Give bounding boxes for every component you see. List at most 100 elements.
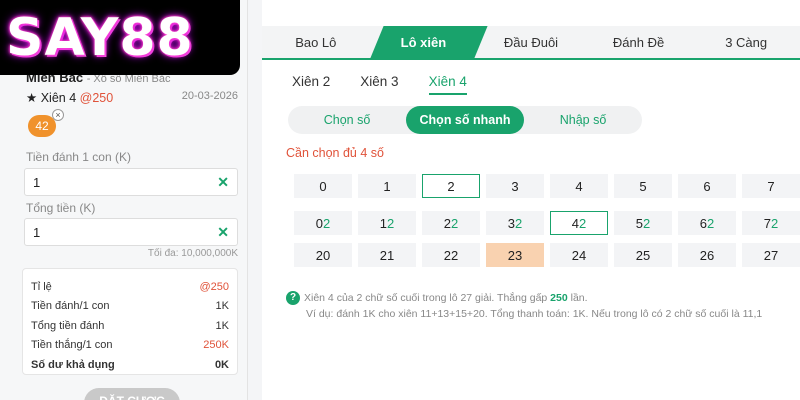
tab-danh-de[interactable]: Đánh Đề [585,26,693,58]
summary-row: Tiền đánh/1 con 1K [31,297,229,317]
number-cell[interactable]: 27 [742,243,800,267]
tab-dau-duoi[interactable]: Đầu Đuôi [477,26,585,58]
digit-cell[interactable]: 0 [294,174,352,198]
number-cell[interactable]: 24 [550,243,608,267]
digit-row: 0 1 2 3 4 5 6 7 [294,174,800,198]
summary-value: 0K [214,358,229,371]
clear-stake-icon[interactable]: ✕ [217,174,229,191]
number-cell[interactable]: 22 [422,243,480,267]
tab-label: Đầu Đuôi [503,35,559,50]
tail-cell[interactable]: 22 [422,211,480,235]
tail-digit: 2 [387,215,395,231]
tab-label: Lô xiên [400,35,447,50]
tab-label: 3 Càng [725,35,768,50]
number-picker-panel: Bao Lô Lô xiên Đầu Đuôi Đánh Đề 3 Càng X… [262,0,800,400]
total-value: 1 [33,225,41,240]
head-digit: 7 [763,215,771,231]
mode-nhap-so[interactable]: Nhập số [524,106,642,134]
star-icon: ★ [26,91,38,105]
rules-line-2: Ví dụ: đánh 1K cho xiên 11+13+15+20. Tổn… [306,308,763,320]
head-digit: 5 [635,215,643,231]
digit-cell[interactable]: 5 [614,174,672,198]
bet-name: ★ Xiên 4 @250 [26,90,113,105]
tab-bao-lo[interactable]: Bao Lô [262,26,370,58]
subtab-xien-3[interactable]: Xiên 3 [360,74,398,95]
bet-date: 20-03-2026 [181,90,238,102]
xien-subtabs: Xiên 2 Xiên 3 Xiên 4 [292,74,467,95]
tail-cell[interactable]: 02 [294,211,352,235]
subtab-xien-4[interactable]: Xiên 4 [428,74,467,95]
input-mode-toggle: Chọn số Chọn số nhanh Nhập số [288,106,642,134]
stake-label: Tiền đánh 1 con (K) [26,150,131,164]
subtab-xien-2[interactable]: Xiên 2 [292,74,330,95]
digit-cell[interactable]: 1 [358,174,416,198]
bet-odds: @250 [79,91,114,105]
logo-text: SAY88 [6,7,194,68]
mode-chon-so-nhanh[interactable]: Chọn số nhanh [406,106,524,134]
summary-label: Tiền thắng/1 con [31,339,113,352]
tail-row: 02 12 22 32 42 52 62 72 [294,211,800,235]
summary-row: Tổng tiền đánh 1K [31,316,229,336]
tail-cell-selected[interactable]: 42 [550,211,608,235]
bet-slip-panel: SAY88 Miền Bắc - Xổ số Miền Bắc ★ Xiên 4… [0,0,248,400]
head-digit: 0 [315,215,323,231]
clear-total-icon[interactable]: ✕ [217,224,229,241]
summary-label: Tỉ lệ [31,280,52,293]
tail-cell[interactable]: 32 [486,211,544,235]
summary-value: 1K [215,300,229,313]
summary-label: Số dư khả dụng [31,358,115,371]
digit-cell[interactable]: 7 [742,174,800,198]
tail-digit: 2 [579,215,587,231]
mode-chon-so[interactable]: Chọn số [288,106,406,134]
number-cell[interactable]: 25 [614,243,672,267]
bet-line: ★ Xiên 4 @250 20-03-2026 [26,90,238,105]
number-cell[interactable]: 21 [358,243,416,267]
rules-text: Xiên 4 của 2 chữ số cuối trong lô 27 giả… [304,292,551,304]
tail-digit: 2 [515,215,523,231]
number-cell-highlighted[interactable]: 23 [486,243,544,267]
rules-text-end: lần. [567,292,588,304]
number-row: 20 21 22 23 24 25 26 27 [294,243,800,267]
remove-chip-icon[interactable]: × [52,109,64,121]
bet-type-tabs: Bao Lô Lô xiên Đầu Đuôi Đánh Đề 3 Càng [262,26,800,60]
digit-cell-selected[interactable]: 2 [422,174,480,198]
summary-row: Số dư khả dụng 0K [31,355,229,375]
head-digit: 4 [571,215,579,231]
tab-lo-xien[interactable]: Lô xiên [370,26,478,58]
rules-multiplier: 250 [550,292,568,304]
total-label: Tổng tiền (K) [26,201,96,215]
rules-line-1: ? Xiên 4 của 2 chữ số cuối trong lô 27 gi… [286,290,800,306]
tail-digit: 2 [643,215,651,231]
tab-label: Bao Lô [295,35,337,50]
tab-3-cang[interactable]: 3 Càng [692,26,800,58]
tail-cell[interactable]: 52 [614,211,672,235]
tail-cell[interactable]: 62 [678,211,736,235]
tail-digit: 2 [707,215,715,231]
place-bet-button[interactable]: ĐẶT CƯỢC [84,388,180,400]
bet-type: Xiên 4 [40,91,77,105]
tab-label: Đánh Đề [612,35,665,50]
say88-logo: SAY88 [0,0,240,75]
digit-cell[interactable]: 4 [550,174,608,198]
summary-value: 1K [215,319,229,332]
stake-input[interactable]: 1 ✕ [24,168,238,196]
head-digit: 3 [507,215,515,231]
digit-cell[interactable]: 3 [486,174,544,198]
rules-info: ? Xiên 4 của 2 chữ số cuối trong lô 27 gi… [286,290,800,322]
digit-cell[interactable]: 6 [678,174,736,198]
number-cell[interactable]: 26 [678,243,736,267]
selection-notice: Cần chọn đủ 4 số [286,146,384,160]
stake-value: 1 [33,175,41,190]
summary-row: Tiền thắng/1 con 250K [31,336,229,356]
bet-summary: Tỉ lệ @250 Tiền đánh/1 con 1K Tổng tiền … [22,268,238,375]
tail-cell[interactable]: 12 [358,211,416,235]
number-cell[interactable]: 20 [294,243,352,267]
max-amount: Tối đa: 10,000,000K [147,248,238,259]
head-digit: 2 [443,215,451,231]
tail-cell[interactable]: 72 [742,211,800,235]
head-digit: 1 [379,215,387,231]
total-input[interactable]: 1 ✕ [24,218,238,246]
summary-label: Tiền đánh/1 con [31,300,110,313]
summary-value: @250 [199,280,229,293]
head-digit: 6 [699,215,707,231]
